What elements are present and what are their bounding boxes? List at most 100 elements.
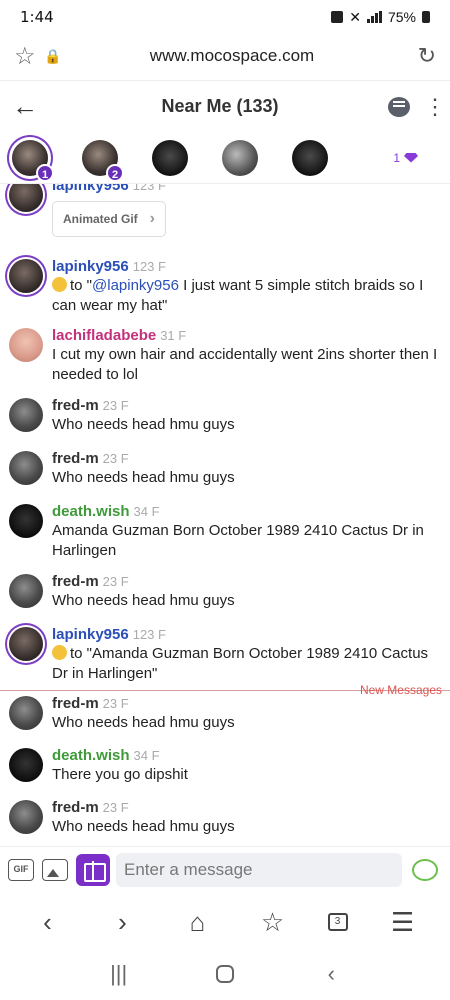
avatar[interactable] [9, 748, 43, 782]
username[interactable]: fred-m [52, 397, 99, 414]
gems-counter[interactable]: 1 [393, 151, 418, 165]
recents-icon[interactable]: ||| [99, 961, 139, 987]
bookmark-star-icon[interactable]: ☆ [14, 42, 44, 71]
username[interactable]: fred-m [52, 450, 99, 467]
user-meta: 23 F [102, 696, 129, 711]
avatar[interactable] [9, 259, 43, 293]
username[interactable]: death.wish [52, 747, 130, 764]
message-text: Who needs head hmu guys [52, 592, 235, 609]
count-badge: 2 [106, 163, 124, 182]
message-text: to "Amanda Guzman Born October 1989 2410… [52, 645, 429, 682]
signal-icon [366, 11, 382, 23]
app-header: ← Near Me (133) ⋮ [0, 80, 450, 132]
avatar[interactable] [9, 504, 43, 538]
avatar[interactable]: 2 [82, 139, 124, 182]
user-meta: 123 F [132, 627, 166, 642]
user-meta: 23 F [102, 451, 129, 466]
system-nav-bar: ||| ‹ [0, 948, 450, 1000]
image-upload-icon[interactable] [42, 858, 68, 881]
notification-icon [331, 11, 344, 23]
status-icons: ✕ 75% [331, 9, 430, 26]
avatar[interactable] [9, 451, 43, 485]
avatar[interactable]: 1 [12, 139, 54, 182]
user-meta: 23 F [102, 398, 129, 413]
message-text: Who needs head hmu guys [52, 714, 235, 731]
message-text: Amanda Guzman Born October 1989 2410 Cac… [52, 522, 424, 559]
bookmarks-icon[interactable]: ☆ [253, 907, 293, 938]
browser-back-icon[interactable]: ‹ [28, 907, 68, 938]
user-meta: 23 F [102, 574, 129, 589]
user-meta: 34 F [133, 504, 160, 519]
reload-icon[interactable]: ↻ [406, 43, 436, 69]
tabs-icon[interactable]: 3 [327, 913, 348, 931]
list-item: fred-m 23 F Who needs head hmu guys [0, 396, 450, 435]
list-item: death.wish 34 F Amanda Guzman Born Octobe… [0, 502, 450, 561]
battery-icon [422, 11, 430, 23]
mention[interactable]: @lapinky956 [92, 277, 179, 294]
user-meta: 31 F [160, 328, 187, 343]
battery-percent: 75% [387, 9, 416, 25]
mute-icon: ✕ [349, 8, 361, 25]
gift-icon[interactable] [76, 853, 110, 886]
avatar[interactable] [9, 398, 43, 432]
avatar[interactable] [9, 184, 43, 212]
gem-icon [404, 152, 418, 163]
list-item: lapinky956 123 F to "Amanda Guzman Born O… [0, 625, 450, 684]
username[interactable]: lachifladabebe [52, 327, 156, 344]
avatar[interactable] [9, 800, 43, 834]
avatar[interactable] [9, 627, 43, 661]
avatar[interactable] [9, 328, 43, 362]
message-text: Who needs head hmu guys [52, 818, 235, 835]
user-meta: 123 F [132, 259, 166, 274]
gif-card-label: Animated Gif [63, 212, 138, 226]
list-item: fred-m 23 F Who needs head hmu guys [0, 694, 450, 733]
home-icon[interactable]: ⌂ [178, 907, 218, 938]
system-back-icon[interactable]: ‹ [311, 961, 351, 987]
list-item: fred-m 23 F Who needs head hmu guys [0, 572, 450, 611]
emoji-icon [52, 645, 67, 660]
list-item: fred-m 23 F Who needs head hmu guys [0, 449, 450, 488]
list-item: fred-m 23 F Who needs head hmu guys [0, 798, 450, 837]
system-home-icon[interactable] [215, 965, 234, 983]
message-text: I cut my own hair and accidentally went … [52, 346, 438, 383]
avatar[interactable] [152, 139, 188, 176]
user-meta: 23 F [102, 800, 129, 815]
avatar[interactable] [292, 139, 328, 176]
lock-icon[interactable]: 🔒 [44, 48, 66, 65]
gif-button[interactable]: GIF [8, 858, 34, 881]
browser-forward-icon[interactable]: › [103, 907, 143, 938]
send-icon[interactable] [412, 858, 438, 881]
list-item: lapinky956 123 F to "@lapinky956 I just w… [0, 257, 450, 316]
status-time: 1:44 [20, 8, 54, 26]
animated-gif-card[interactable]: Animated Gif › [52, 201, 166, 237]
message-text: There you go dipshit [52, 766, 188, 783]
message-text: Who needs head hmu guys [52, 469, 235, 486]
chevron-right-icon: › [149, 210, 155, 227]
avatar[interactable] [9, 574, 43, 608]
username[interactable]: lapinky956 [52, 258, 129, 275]
new-messages-divider: New Messages [0, 683, 450, 697]
gem-count: 1 [393, 150, 400, 165]
username[interactable]: fred-m [52, 695, 99, 712]
more-vert-icon[interactable]: ⋮ [424, 95, 446, 117]
avatar[interactable] [222, 139, 258, 176]
username[interactable]: lapinky956 [52, 626, 129, 643]
username[interactable]: fred-m [52, 799, 99, 816]
user-meta: 34 F [133, 748, 160, 763]
browser-url-bar: ☆ 🔒 www.mocospace.com ↻ [0, 34, 450, 78]
username[interactable]: lapinky956 [52, 184, 129, 194]
username[interactable]: fred-m [52, 573, 99, 590]
page-title: Near Me (133) [161, 96, 279, 116]
url-text[interactable]: www.mocospace.com [66, 46, 406, 66]
emoji-icon [52, 277, 67, 292]
menu-icon[interactable]: ☰ [383, 907, 423, 938]
message-input[interactable] [116, 852, 402, 887]
back-arrow-icon[interactable]: ← [12, 91, 52, 122]
message-text: to "@lapinky956 I just want 5 simple sti… [52, 277, 424, 314]
list-item: lapinky956 123 F Animated Gif › [0, 184, 450, 237]
chat-bubble-icon[interactable] [388, 96, 410, 117]
list-item: lachifladabebe 31 F I cut my own hair and… [0, 326, 450, 385]
avatar[interactable] [9, 696, 43, 730]
chat-feed[interactable]: lapinky956 123 F Animated Gif › lapinky956… [0, 184, 450, 840]
username[interactable]: death.wish [52, 503, 130, 520]
